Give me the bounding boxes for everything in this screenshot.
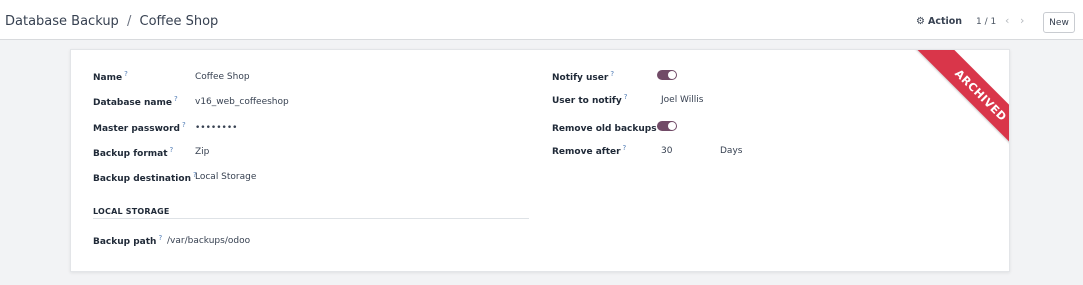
help-icon[interactable]: ? bbox=[124, 70, 128, 78]
user-to-notify-field[interactable]: Joel Willis bbox=[661, 95, 703, 105]
control-panel: Database Backup / Coffee Shop ⚙ Action 1… bbox=[0, 0, 1083, 40]
section-divider bbox=[93, 218, 529, 219]
help-icon[interactable]: ? bbox=[623, 144, 627, 152]
chevron-left-icon[interactable]: ‹ bbox=[1005, 14, 1009, 27]
help-icon[interactable]: ? bbox=[182, 121, 186, 129]
help-icon[interactable]: ? bbox=[170, 146, 174, 154]
action-menu-button[interactable]: ⚙ Action bbox=[916, 16, 962, 27]
database-name-field[interactable]: v16_web_coffeeshop bbox=[195, 97, 289, 107]
ribbon-text: ARCHIVED bbox=[908, 50, 1009, 160]
help-icon[interactable]: ? bbox=[158, 234, 162, 242]
backup-path-label: Backup path? bbox=[93, 234, 163, 247]
breadcrumb-separator: / bbox=[126, 14, 132, 29]
user-to-notify-label: User to notify? bbox=[552, 93, 628, 106]
action-label: Action bbox=[927, 16, 963, 27]
help-icon[interactable]: ? bbox=[610, 70, 614, 78]
form-sheet: ARCHIVED Name? Coffee Shop Database name… bbox=[70, 49, 1010, 272]
name-field[interactable]: Coffee Shop bbox=[195, 72, 250, 82]
gear-icon: ⚙ bbox=[916, 16, 925, 27]
remove-after-label: Remove after? bbox=[552, 144, 627, 157]
remove-after-field[interactable]: 30 bbox=[661, 146, 672, 156]
chevron-right-icon[interactable]: › bbox=[1020, 14, 1024, 27]
remove-old-backups-label: Remove old backups? bbox=[552, 121, 662, 134]
name-label: Name? bbox=[93, 70, 128, 83]
backup-path-field[interactable]: /var/backups/odoo bbox=[167, 236, 250, 246]
archived-ribbon: ARCHIVED bbox=[899, 50, 1009, 160]
backup-format-label: Backup format? bbox=[93, 146, 174, 159]
master-password-label: Master password? bbox=[93, 121, 186, 134]
breadcrumb: Database Backup / Coffee Shop bbox=[5, 14, 218, 29]
database-name-label: Database name? bbox=[93, 95, 178, 108]
breadcrumb-parent-link[interactable]: Database Backup bbox=[5, 14, 119, 29]
local-storage-section-title: LOCAL STORAGE bbox=[93, 207, 170, 216]
remove-old-backups-toggle[interactable] bbox=[657, 121, 677, 131]
master-password-field[interactable]: •••••••• bbox=[195, 123, 237, 133]
notify-user-toggle[interactable] bbox=[657, 70, 677, 80]
backup-destination-field[interactable]: Local Storage bbox=[195, 172, 256, 182]
pager-value[interactable]: 1 / 1 bbox=[976, 17, 996, 27]
notify-user-label: Notify user? bbox=[552, 70, 615, 83]
new-button[interactable]: New bbox=[1043, 12, 1075, 33]
backup-destination-label: Backup destination? bbox=[93, 171, 197, 184]
help-icon[interactable]: ? bbox=[624, 93, 628, 101]
help-icon[interactable]: ? bbox=[174, 95, 178, 103]
backup-format-field[interactable]: Zip bbox=[195, 147, 209, 157]
remove-after-unit: Days bbox=[720, 146, 743, 156]
breadcrumb-current: Coffee Shop bbox=[139, 14, 219, 29]
